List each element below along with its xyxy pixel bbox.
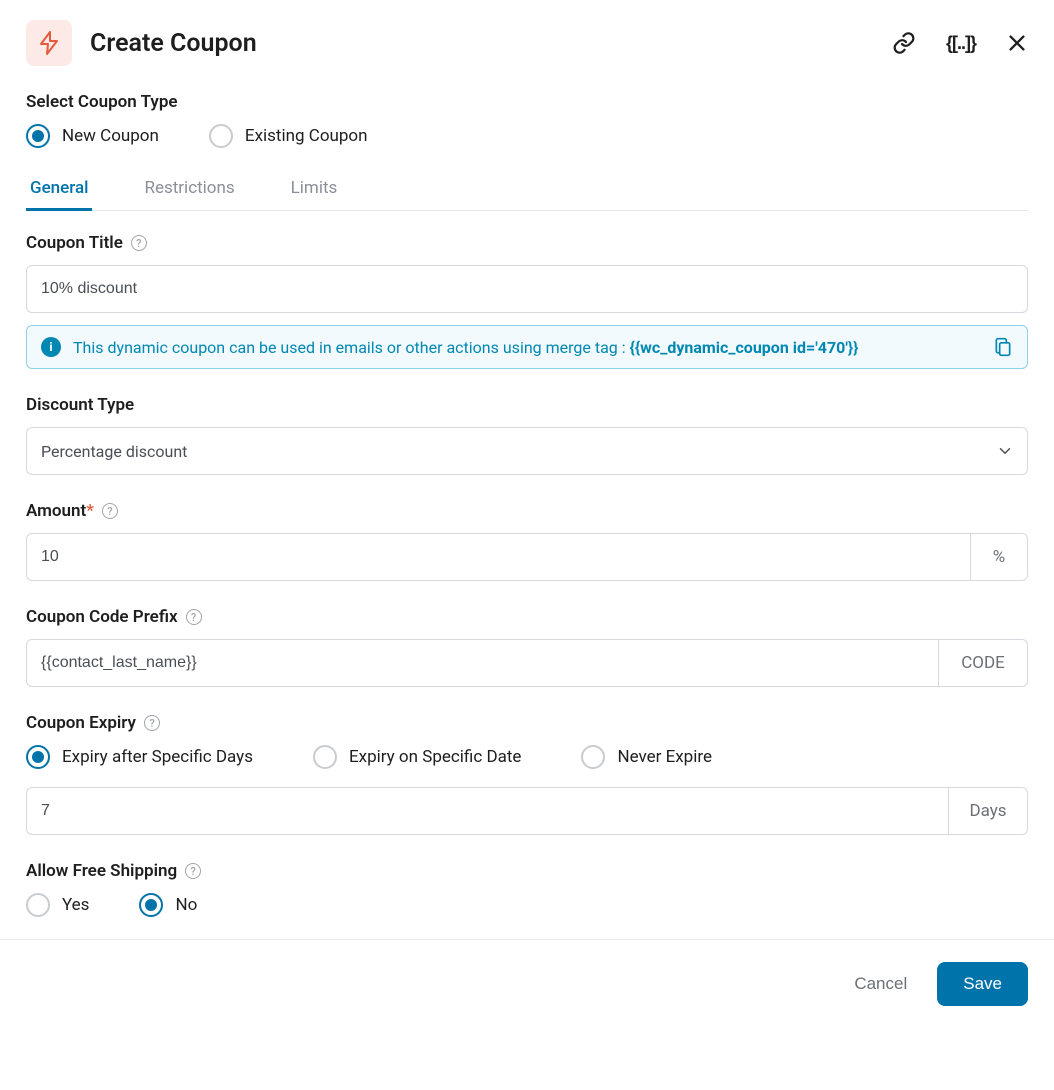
flash-icon	[37, 30, 61, 56]
expiry-never-option[interactable]: Never Expire	[581, 745, 712, 769]
flash-icon-badge	[26, 20, 72, 66]
link-button[interactable]	[892, 31, 916, 55]
free-shipping-radio-group: Yes No	[26, 893, 1028, 917]
radio-label: Expiry after Specific Days	[62, 747, 253, 767]
label-text: Allow Free Shipping	[26, 861, 177, 881]
coupon-type-label: Select Coupon Type	[26, 92, 1028, 112]
tab-limits[interactable]: Limits	[287, 170, 342, 211]
amount-label: Amount* ?	[26, 501, 1028, 521]
label-text: Coupon Title	[26, 233, 123, 253]
radio-label: Expiry on Specific Date	[349, 747, 521, 767]
coupon-prefix-label: Coupon Code Prefix ?	[26, 607, 1028, 627]
info-prefix: This dynamic coupon can be used in email…	[73, 338, 630, 357]
label-text: Coupon Code Prefix	[26, 607, 178, 627]
tab-restrictions[interactable]: Restrictions	[140, 170, 238, 211]
copy-merge-tag-button[interactable]	[993, 336, 1013, 358]
free-shipping-label: Allow Free Shipping ?	[26, 861, 1028, 881]
merge-tags-icon: {[..]}	[946, 33, 976, 54]
info-icon: i	[41, 337, 61, 357]
cancel-button[interactable]: Cancel	[846, 964, 915, 1004]
merge-tag-info: i This dynamic coupon can be used in ema…	[26, 325, 1028, 369]
coupon-prefix-suffix: CODE	[938, 639, 1028, 687]
expiry-days-input[interactable]	[26, 787, 948, 835]
radio-unselected-icon	[209, 124, 233, 148]
coupon-expiry-label: Coupon Expiry ?	[26, 713, 1028, 733]
radio-unselected-icon	[26, 893, 50, 917]
radio-selected-icon	[26, 745, 50, 769]
copy-icon	[993, 336, 1013, 358]
expiry-after-days-option[interactable]: Expiry after Specific Days	[26, 745, 253, 769]
coupon-type-existing[interactable]: Existing Coupon	[209, 124, 368, 148]
tab-general[interactable]: General	[26, 170, 92, 211]
radio-label: Yes	[62, 895, 89, 915]
help-icon[interactable]: ?	[102, 503, 118, 519]
label-text: Amount	[26, 501, 86, 521]
close-icon	[1006, 32, 1028, 54]
info-merge-tag: {{wc_dynamic_coupon id='470'}}	[630, 338, 859, 357]
radio-selected-icon	[139, 893, 163, 917]
help-icon[interactable]: ?	[186, 609, 202, 625]
label-text: Coupon Expiry	[26, 713, 136, 733]
free-shipping-yes[interactable]: Yes	[26, 893, 89, 917]
form-tabs: General Restrictions Limits	[26, 170, 1028, 211]
link-icon	[892, 31, 916, 55]
radio-label: Existing Coupon	[245, 126, 368, 146]
expiry-on-date-option[interactable]: Expiry on Specific Date	[313, 745, 521, 769]
close-button[interactable]	[1006, 32, 1028, 54]
coupon-title-input[interactable]	[26, 265, 1028, 313]
select-value: Percentage discount	[41, 442, 187, 461]
coupon-title-label: Coupon Title ?	[26, 233, 1028, 253]
amount-input[interactable]	[26, 533, 970, 581]
dialog-title: Create Coupon	[90, 29, 892, 58]
info-text: This dynamic coupon can be used in email…	[73, 338, 981, 357]
help-icon[interactable]: ?	[185, 863, 201, 879]
radio-label: Never Expire	[617, 747, 712, 767]
radio-selected-icon	[26, 124, 50, 148]
coupon-type-radio-group: New Coupon Existing Coupon	[26, 124, 1028, 148]
discount-type-select[interactable]: Percentage discount	[26, 427, 1028, 475]
merge-tags-button[interactable]: {[..]}	[946, 33, 976, 54]
required-indicator: *	[86, 501, 94, 521]
amount-suffix: %	[970, 533, 1028, 581]
coupon-type-new[interactable]: New Coupon	[26, 124, 159, 148]
discount-type-label: Discount Type	[26, 395, 1028, 415]
radio-label: No	[175, 895, 197, 915]
dialog-header: Create Coupon {[..]}	[26, 20, 1028, 66]
coupon-expiry-radio-group: Expiry after Specific Days Expiry on Spe…	[26, 745, 1028, 769]
coupon-prefix-input[interactable]	[26, 639, 938, 687]
radio-label: New Coupon	[62, 126, 159, 146]
dialog-footer: Cancel Save	[0, 939, 1054, 1028]
radio-unselected-icon	[313, 745, 337, 769]
free-shipping-no[interactable]: No	[139, 893, 197, 917]
expiry-days-suffix: Days	[948, 787, 1028, 835]
radio-unselected-icon	[581, 745, 605, 769]
help-icon[interactable]: ?	[131, 235, 147, 251]
help-icon[interactable]: ?	[144, 715, 160, 731]
save-button[interactable]: Save	[937, 962, 1028, 1006]
